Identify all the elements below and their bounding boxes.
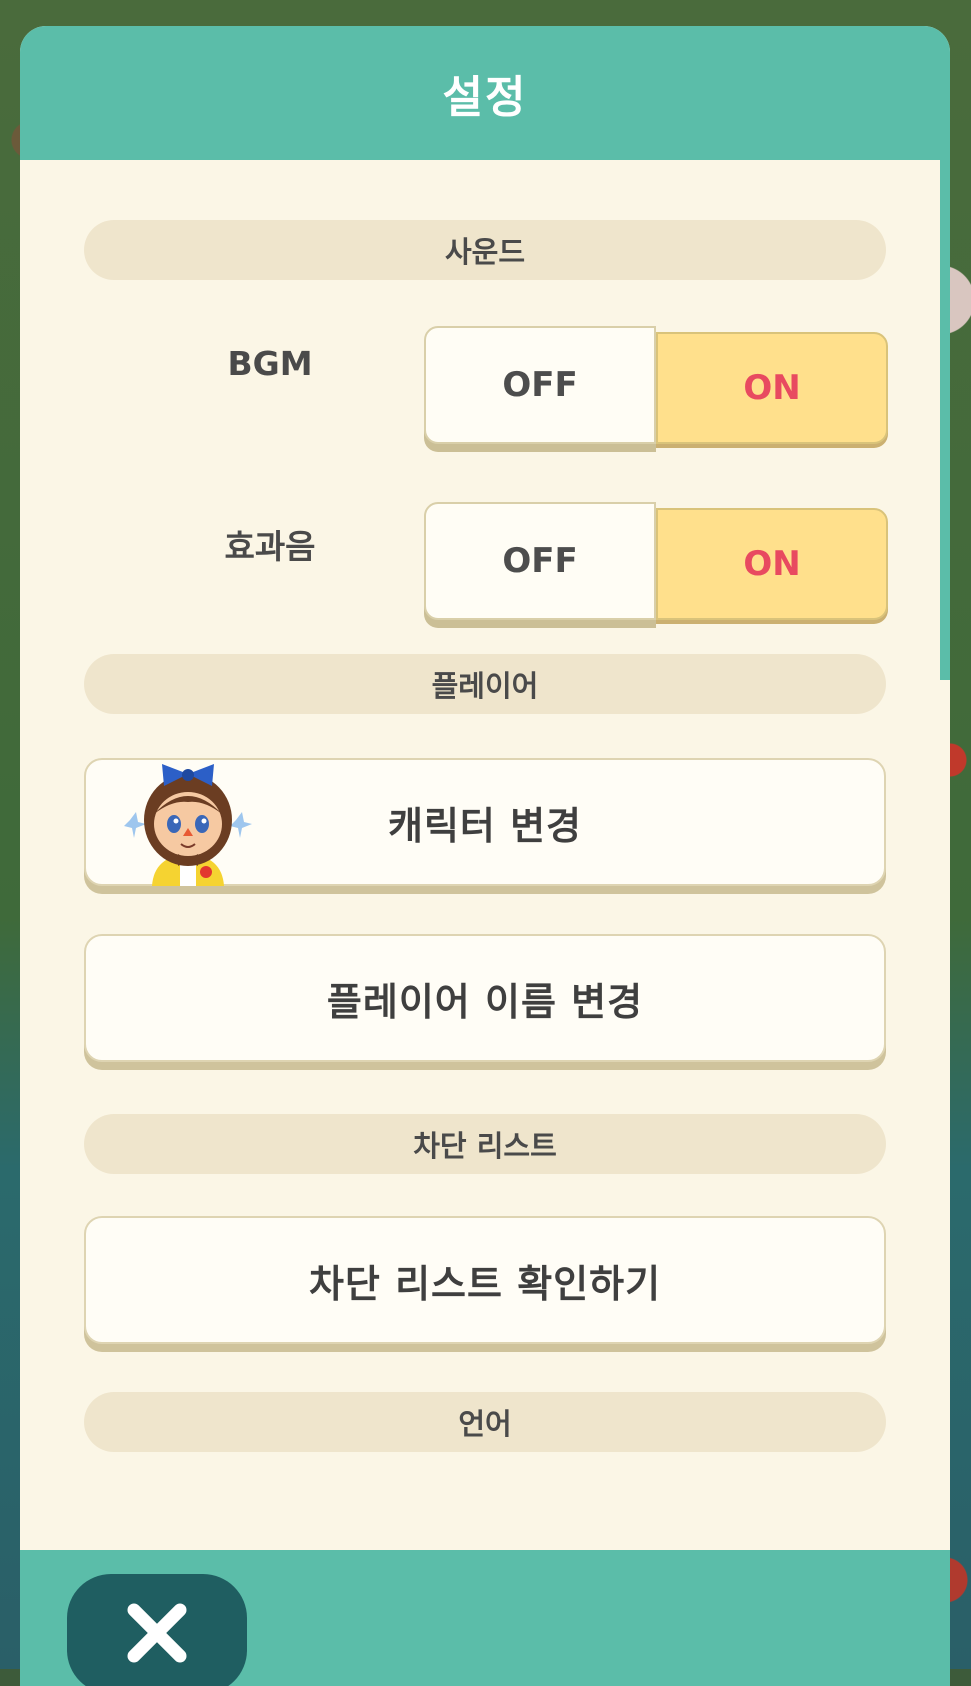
bgm-on-option[interactable]: ON [656,332,888,444]
bgm-label: BGM [227,344,313,383]
view-block-list-button[interactable]: 차단 리스트 확인하기 [84,1216,886,1344]
sfx-on-option[interactable]: ON [656,508,888,620]
dialog-title: 설정 [442,72,528,123]
settings-scroll-area[interactable]: 사운드 BGM OFF ON 효과음 OFF ON 플레이어 캐릭터 변경 플레… [20,160,950,1550]
dialog-header: 설정 [20,26,950,160]
close-button[interactable] [67,1574,247,1686]
player-avatar [124,760,254,886]
bgm-toggle[interactable]: OFF ON [424,326,888,452]
sfx-label: 효과음 [224,527,316,566]
section-header-block-list: 차단 리스트 [84,1114,886,1174]
section-header-language: 언어 [84,1392,886,1452]
view-block-list-label: 차단 리스트 확인하기 [308,1261,662,1306]
sfx-off-option[interactable]: OFF [424,502,656,620]
bgm-off-option[interactable]: OFF [424,326,656,444]
sfx-toggle[interactable]: OFF ON [424,502,888,628]
section-header-player: 플레이어 [84,654,886,714]
change-player-name-button[interactable]: 플레이어 이름 변경 [84,934,886,1062]
change-character-button[interactable]: 캐릭터 변경 [84,758,886,886]
scrollbar[interactable] [940,160,950,680]
settings-dialog: 설정 사운드 BGM OFF ON 효과음 OFF ON 플레이어 캐릭터 변경… [20,26,950,1686]
change-character-label: 캐릭터 변경 [387,803,583,848]
close-x-icon [127,1603,187,1663]
section-header-sound: 사운드 [84,220,886,280]
dialog-footer [20,1550,950,1686]
change-player-name-label: 플레이어 이름 변경 [326,979,644,1024]
